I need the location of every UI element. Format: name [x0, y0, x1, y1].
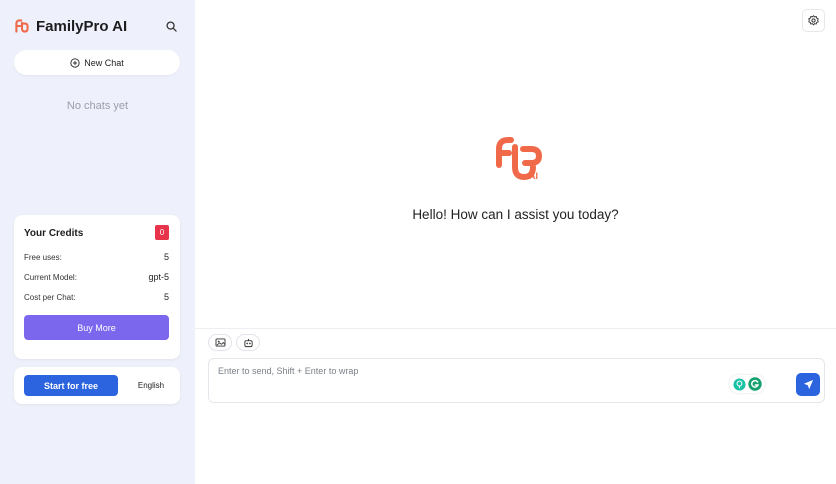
credits-row-current-model: Current Model: gpt-5: [24, 272, 169, 282]
chat-input-box: [208, 358, 825, 403]
image-tool-icon: [215, 338, 225, 347]
grammarly-icon[interactable]: [747, 377, 762, 391]
new-chat-label: New Chat: [84, 57, 124, 68]
robot-icon: [243, 338, 253, 347]
lightbulb-icon[interactable]: [732, 377, 746, 391]
credits-row-value: gpt-5: [148, 272, 169, 282]
credits-row-value: 5: [163, 292, 169, 302]
send-icon: [803, 379, 813, 390]
credits-row-cost-per-chat: Cost per Chat: 5: [24, 292, 169, 302]
credits-row-label: Current Model:: [24, 272, 77, 282]
credits-row-label: Free uses:: [24, 252, 62, 262]
start-for-free-button[interactable]: Start for free: [24, 375, 118, 396]
brand-name: FamilyPro AI: [36, 17, 128, 35]
brand-logo-icon: [15, 19, 29, 33]
search-icon: [165, 20, 177, 32]
divider: [195, 328, 836, 329]
search-button[interactable]: [163, 18, 179, 34]
gear-icon: [808, 15, 819, 26]
empty-chats-message: No chats yet: [66, 100, 129, 112]
credits-row-value: 5: [163, 252, 169, 262]
chat-input[interactable]: [218, 366, 718, 396]
image-tool-button[interactable]: [208, 334, 232, 351]
credits-card: Your Credits 0 Free uses: 5 Current Mode…: [14, 215, 180, 359]
credits-row-free-uses: Free uses: 5: [24, 252, 169, 262]
familypro-logo-icon: AI: [496, 137, 543, 181]
send-button[interactable]: [796, 373, 820, 396]
sidebar: FamilyPro AI New Chat No chats yet Your …: [0, 0, 195, 484]
hero-logo: AI: [493, 135, 545, 183]
plus-circle-icon: [70, 57, 80, 68]
robot-tool-button[interactable]: [236, 334, 260, 351]
main-panel: AI Hello! How can I assist you today?: [195, 0, 836, 484]
greeting-message: Hello! How can I assist you today?: [412, 207, 619, 222]
language-selector[interactable]: English: [127, 375, 175, 396]
credits-title: Your Credits: [24, 228, 84, 239]
extension-icons: [729, 375, 765, 393]
credits-row-label: Cost per Chat:: [24, 292, 76, 302]
brand[interactable]: FamilyPro AI: [14, 15, 127, 37]
new-chat-button[interactable]: New Chat: [14, 50, 180, 75]
sidebar-footer: Start for free English: [14, 367, 180, 404]
buy-more-button[interactable]: Buy More: [24, 315, 169, 340]
settings-button[interactable]: [802, 9, 825, 32]
credits-badge: 0: [155, 225, 169, 240]
logo-suffix: AI: [529, 171, 538, 181]
